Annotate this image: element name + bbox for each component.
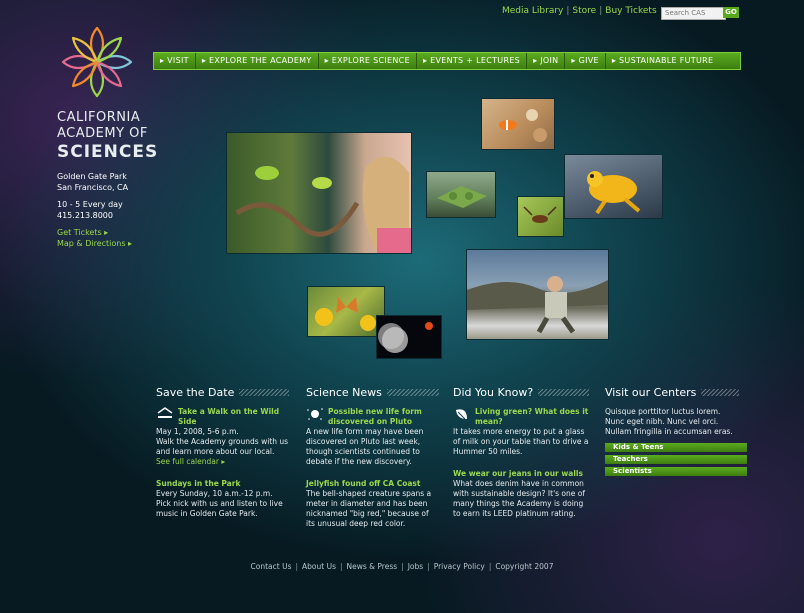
nav-sustainable-future[interactable]: ▸ SUSTAINABLE FUTURE	[606, 53, 719, 69]
event-item: Sundays in the Park Every Sunday, 10 a.m…	[156, 479, 289, 519]
nav-join[interactable]: ▸ JOIN	[527, 53, 566, 69]
scientists-button[interactable]: Scientists	[605, 467, 747, 476]
save-the-date-heading: Save the Date	[156, 386, 289, 399]
brand-wordmark[interactable]: CALIFORNIA ACADEMY OF SCIENCES	[57, 110, 158, 162]
jobs-link[interactable]: Jobs	[408, 562, 423, 571]
event-title[interactable]: Sundays in the Park	[156, 479, 289, 489]
nav-events-lectures[interactable]: ▸ EVENTS + LECTURES	[417, 53, 528, 69]
fact-item: Living green? What does it mean? It take…	[453, 407, 589, 457]
utility-links: Media Library | Store | Buy Tickets	[502, 6, 657, 16]
living-roof-aerial-photo[interactable]	[426, 171, 496, 218]
kids-teens-button[interactable]: Kids & Teens	[605, 443, 747, 452]
calendar-icon	[157, 407, 173, 418]
science-news-section: Science News Possible new life form disc…	[306, 386, 439, 541]
event-item: Take a Walk on the Wild Side May 1, 2008…	[156, 407, 289, 467]
search-go-button[interactable]: GO	[723, 7, 739, 18]
centers-heading: Visit our Centers	[605, 386, 739, 399]
nav-visit[interactable]: ▸ VISIT	[154, 53, 196, 69]
science-news-heading: Science News	[306, 386, 439, 399]
copyright: Copyright 2007	[495, 562, 554, 571]
news-body: A new life form may have been discovered…	[306, 427, 424, 466]
fact-title[interactable]: We wear our jeans in our walls	[453, 469, 589, 479]
nav-explore-science[interactable]: ▸ EXPLORE SCIENCE	[319, 53, 417, 69]
address-block: Golden Gate Park San Francisco, CA 10 - …	[57, 171, 132, 249]
buy-tickets-link[interactable]: Buy Tickets	[605, 6, 656, 16]
news-item: Jellyfish found off CA Coast The bell-sh…	[306, 479, 439, 529]
centers-section: Visit our Centers Quisque porttitor luct…	[605, 386, 747, 479]
get-tickets-link[interactable]: Get Tickets ▸	[57, 227, 132, 238]
nav-give[interactable]: ▸ GIVE	[565, 53, 606, 69]
planet-icon	[307, 408, 323, 420]
event-date: May 1, 2008, 5-6 p.m.	[156, 427, 239, 436]
fact-body: What does denim have in common with sust…	[453, 479, 585, 518]
contact-us-link[interactable]: Contact Us	[251, 562, 292, 571]
news-title[interactable]: Jellyfish found off CA Coast	[306, 479, 439, 489]
map-directions-link[interactable]: Map & Directions ▸	[57, 238, 132, 249]
butterfly-flowers-photo[interactable]	[307, 286, 385, 337]
event-body: Every Sunday, 10 a.m.-12 p.m. Pick nick …	[156, 489, 283, 518]
address-line-2: San Francisco, CA	[57, 183, 129, 192]
brand-line-1: CALIFORNIA	[57, 110, 141, 125]
address-line-1: Golden Gate Park	[57, 172, 127, 181]
event-body: Walk the Academy grounds with us and lea…	[156, 437, 289, 456]
news-body: The bell-shaped creature spans a meter i…	[306, 489, 432, 528]
media-library-link[interactable]: Media Library	[502, 6, 563, 16]
did-you-know-heading: Did You Know?	[453, 386, 589, 399]
fact-body: It takes more energy to put a glass of m…	[453, 427, 589, 456]
golden-frog-photo[interactable]	[564, 154, 663, 219]
brand-line-3: SCIENCES	[57, 142, 159, 162]
search-input[interactable]: Search CAS	[661, 7, 726, 20]
news-press-link[interactable]: News & Press	[347, 562, 398, 571]
academy-logo-icon[interactable]	[55, 20, 139, 104]
event-title[interactable]: Take a Walk on the Wild Side	[178, 407, 289, 427]
footer-links: Contact Us | About Us | News & Press | Jobs | Pr…	[250, 562, 554, 571]
privacy-policy-link[interactable]: Privacy Policy	[434, 562, 485, 571]
clownfish-coral-photo[interactable]	[481, 98, 555, 150]
save-the-date-section: Save the Date Take a Walk on the Wild Si…	[156, 386, 289, 531]
fact-title[interactable]: Living green? What does it mean?	[475, 407, 589, 427]
store-link[interactable]: Store	[572, 6, 596, 16]
nav-explore-academy[interactable]: ▸ EXPLORE THE ACADEMY	[196, 53, 319, 69]
centers-body: Quisque porttitor luctus lorem. Nunc ege…	[605, 407, 733, 436]
insect-on-leaf-photo[interactable]	[517, 196, 564, 237]
about-us-link[interactable]: About Us	[302, 562, 336, 571]
pluto-planets-photo[interactable]	[376, 315, 442, 359]
scientist-field-photo[interactable]	[466, 249, 609, 340]
hours: 10 - 5 Every day	[57, 200, 123, 209]
news-item: Possible new life form discovered on Plu…	[306, 407, 439, 467]
teachers-button[interactable]: Teachers	[605, 455, 747, 464]
leaf-icon	[456, 409, 467, 420]
did-you-know-section: Did You Know? Living green? What does it…	[453, 386, 589, 531]
full-calendar-link[interactable]: See full calendar ▸	[156, 457, 225, 466]
brand-line-2: ACADEMY OF	[57, 126, 148, 141]
fact-item: We wear our jeans in our walls What does…	[453, 469, 589, 519]
girl-with-lizards-photo[interactable]	[226, 132, 412, 254]
main-nav: ▸ VISIT ▸ EXPLORE THE ACADEMY ▸ EXPLORE …	[153, 52, 741, 70]
phone: 415.213.8000	[57, 211, 113, 220]
news-title[interactable]: Possible new life form discovered on Plu…	[328, 407, 439, 427]
